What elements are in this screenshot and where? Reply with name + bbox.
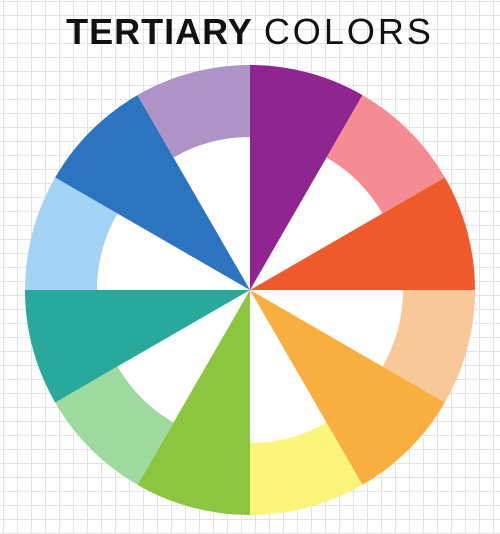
color-wheel: [25, 65, 476, 515]
wheel-segments: [25, 65, 476, 515]
